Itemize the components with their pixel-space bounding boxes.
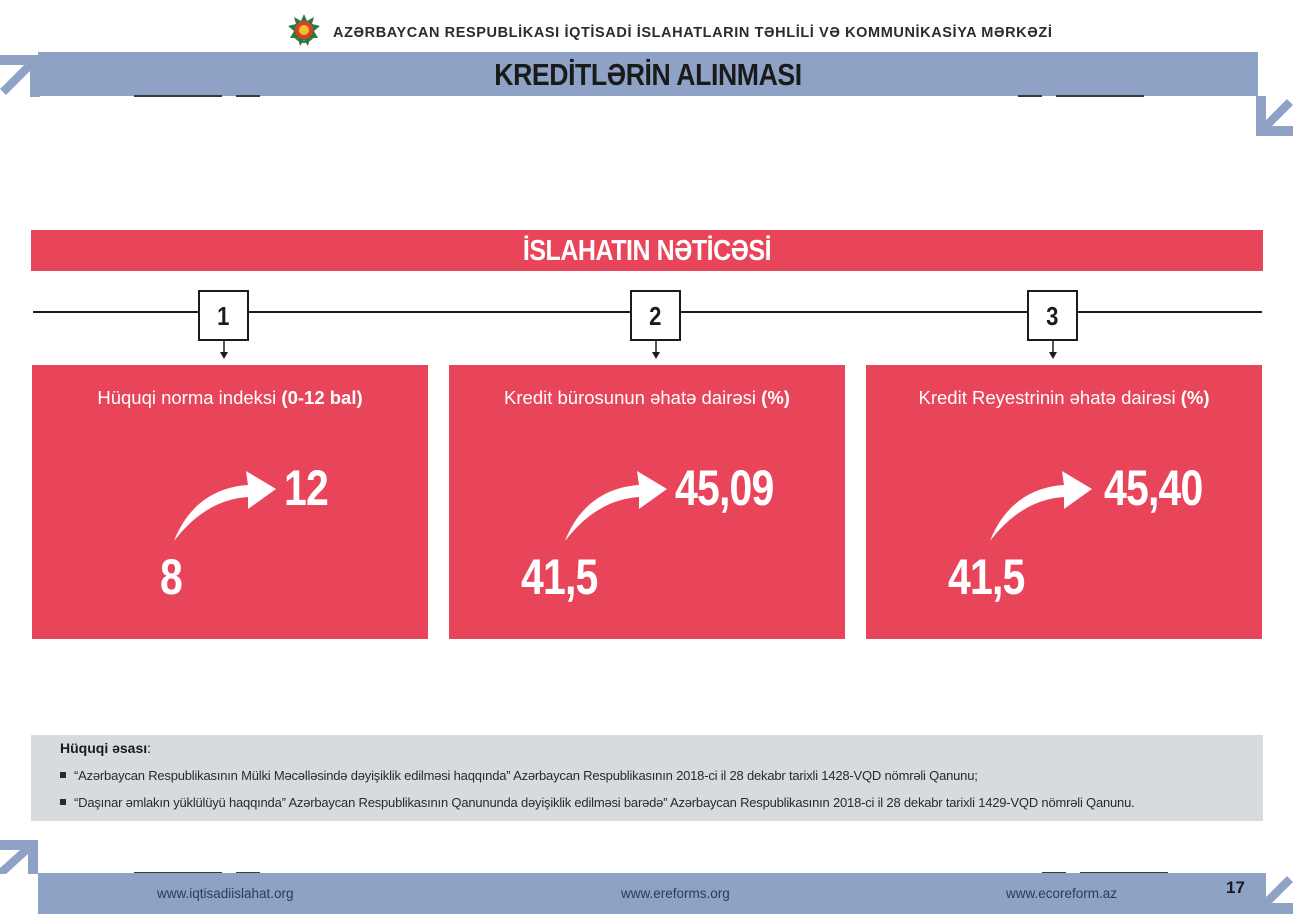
curved-arrow-icon	[565, 471, 667, 541]
curved-arrow-icon	[174, 471, 276, 541]
result-card-2: Kredit bürosunun əhatə dairəsi (%) 41,5 …	[449, 365, 845, 639]
decorative-line	[236, 95, 260, 97]
bullet-icon	[60, 772, 66, 778]
value-from: 8	[160, 549, 183, 605]
curved-arrow-icon	[990, 471, 1092, 541]
card-title-unit: (%)	[761, 387, 790, 408]
card-title-unit: (0-12 bal)	[281, 387, 363, 408]
value-to: 12	[284, 460, 329, 516]
value-from: 41,5	[948, 549, 1025, 605]
value-from: 41,5	[521, 549, 598, 605]
organization-name: AZƏRBAYCAN RESPUBLİKASI İQTİSADİ İSLAHAT…	[333, 25, 1053, 41]
card-title: Kredit bürosunun əhatə dairəsi (%)	[449, 387, 845, 409]
legal-item: “Daşınar əmlakın yüklülüyü haqqında” Azə…	[74, 795, 1135, 810]
result-card-1: Hüquqi norma indeksi (0-12 bal) 8 12	[32, 365, 428, 639]
step-number: 2	[649, 301, 662, 331]
step-number: 3	[1046, 301, 1059, 331]
step-marker-2: 2	[630, 290, 681, 341]
corner-arrow-icon	[0, 840, 38, 874]
legal-basis-label: Hüquqi əsası	[60, 740, 148, 756]
decorative-line	[1018, 95, 1042, 97]
value-to: 45,09	[675, 460, 774, 516]
decorative-line	[134, 95, 222, 97]
card-title-label: Hüquqi norma indeksi	[97, 387, 282, 408]
state-emblem-icon	[288, 14, 320, 46]
step-marker-1: 1	[198, 290, 249, 341]
card-title-label: Kredit bürosunun əhatə dairəsi	[504, 387, 762, 408]
card-title: Hüquqi norma indeksi (0-12 bal)	[32, 387, 428, 409]
footer-link-iqtisadiislahat[interactable]: www.iqtisadiislahat.org	[157, 886, 294, 901]
corner-arrow-icon	[1256, 96, 1293, 136]
footer-link-ecoreform[interactable]: www.ecoreform.az	[1006, 886, 1117, 901]
legal-basis-colon: :	[147, 740, 152, 756]
decorative-line	[1056, 95, 1144, 97]
down-arrow-icon	[652, 340, 660, 359]
value-to: 45,40	[1104, 460, 1203, 516]
corner-arrow-icon	[0, 55, 40, 97]
result-card-3: Kredit Reyestrinin əhatə dairəsi (%) 41,…	[866, 365, 1262, 639]
down-arrow-icon	[1049, 340, 1057, 359]
card-title-label: Kredit Reyestrinin əhatə dairəsi	[918, 387, 1181, 408]
step-number: 1	[217, 301, 230, 331]
page-title: KREDİTLƏRİN ALINMASI	[494, 57, 802, 92]
corner-arrow-icon	[1256, 873, 1293, 914]
card-title-unit: (%)	[1180, 387, 1210, 408]
step-marker-3: 3	[1027, 290, 1078, 341]
section-banner-title: İSLAHATIN NƏTİCƏSİ	[522, 235, 772, 267]
footer-link-ereforms[interactable]: www.ereforms.org	[621, 886, 730, 901]
page-number: 17	[1226, 878, 1245, 897]
bullet-icon	[60, 799, 66, 805]
card-title: Kredit Reyestrinin əhatə dairəsi (%)	[866, 387, 1262, 409]
down-arrow-icon	[220, 340, 228, 359]
legal-item: “Azərbaycan Respublikasının Mülki Məcəll…	[74, 768, 978, 783]
legal-basis-title: Hüquqi əsası:	[60, 740, 151, 756]
